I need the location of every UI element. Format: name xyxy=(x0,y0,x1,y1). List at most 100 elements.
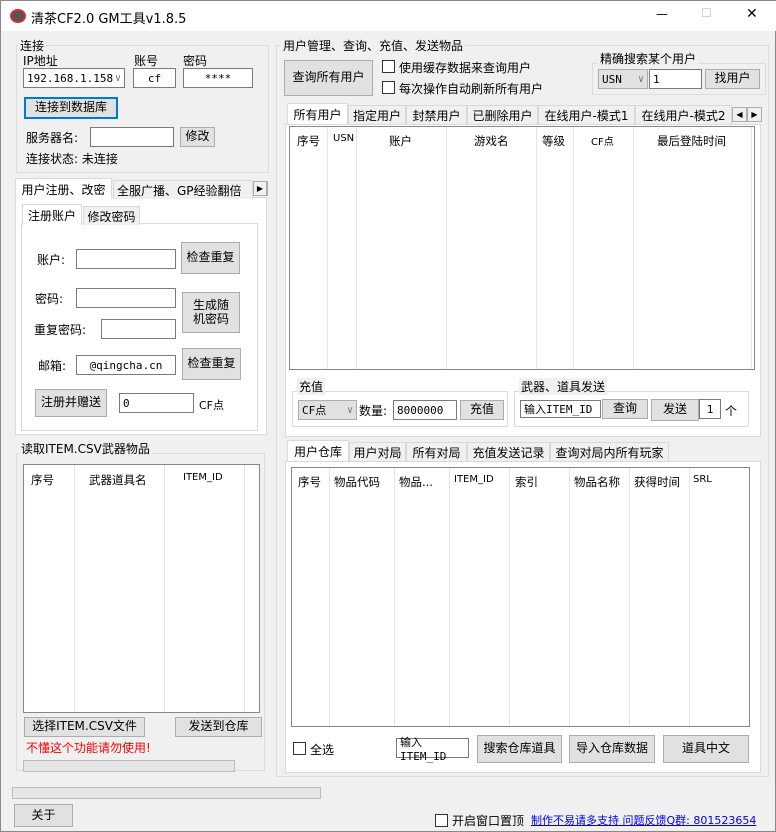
server-name-label: 服务器名: xyxy=(26,131,79,145)
db-account-input[interactable]: cf xyxy=(133,68,176,88)
tab-register-account[interactable]: 注册账户 xyxy=(22,204,82,225)
search-value-input[interactable]: 1 xyxy=(649,69,702,89)
reg-email-input[interactable]: @qingcha.cn xyxy=(76,355,176,375)
tab-scroll-right-icon[interactable]: ▶ xyxy=(747,107,762,122)
users-col-header[interactable]: 账户 xyxy=(389,133,412,149)
users-col-header[interactable]: 序号 xyxy=(297,133,320,149)
gift-cf-input[interactable]: 0 xyxy=(119,393,194,413)
send-to-inventory-button[interactable]: 发送到仓库 xyxy=(175,717,262,737)
qty-label: 数量: xyxy=(359,404,388,418)
topmost-checkbox[interactable] xyxy=(435,814,448,827)
inventory-col-header[interactable]: 物品... xyxy=(399,474,433,490)
csv-col-header[interactable]: 武器道具名 xyxy=(89,472,147,488)
query-all-users-button[interactable]: 查询所有用户 xyxy=(284,60,373,96)
tab-register[interactable]: 用户注册、改密 xyxy=(15,178,112,199)
modify-server-button[interactable]: 修改 xyxy=(180,127,215,147)
recharge-type-select[interactable]: CF点 ∨ xyxy=(298,400,357,420)
users-col-header[interactable]: 游戏名 xyxy=(474,133,509,149)
search-field-value: USN xyxy=(602,72,622,86)
select-csv-button[interactable]: 选择ITEM.CSV文件 xyxy=(24,717,145,737)
find-user-button[interactable]: 找用户 xyxy=(705,69,760,89)
recharge-button[interactable]: 充值 xyxy=(460,400,504,420)
select-all-checkbox[interactable] xyxy=(293,742,306,755)
db-password-input[interactable]: **** xyxy=(183,68,253,88)
tab-inventory-2[interactable]: 所有对局 xyxy=(406,442,467,461)
tab-broadcast[interactable]: 全服广播、GP经验翻倍 xyxy=(113,180,253,199)
csv-col-header[interactable]: 序号 xyxy=(31,472,54,488)
column-divider xyxy=(244,465,245,712)
users-col-header[interactable]: 最后登陆时间 xyxy=(657,133,726,149)
users-col-header[interactable]: CF点 xyxy=(591,133,614,148)
maximize-button[interactable]: ☐ xyxy=(701,6,712,20)
use-cache-checkbox[interactable] xyxy=(382,60,395,73)
send-count-input[interactable]: 1 xyxy=(699,399,721,419)
tab-users-4[interactable]: 在线用户-模式1 xyxy=(538,105,635,124)
ip-value: 192.168.1.158 xyxy=(27,71,114,85)
recharge-type-value: CF点 xyxy=(302,404,327,417)
users-col-header[interactable]: 等级 xyxy=(542,133,565,149)
check-account-button[interactable]: 检查重复 xyxy=(181,242,240,274)
csv-item-list[interactable] xyxy=(23,464,260,713)
inventory-col-header[interactable]: 物品代码 xyxy=(334,474,380,490)
app-logo-icon xyxy=(10,9,26,23)
users-list[interactable] xyxy=(289,126,755,370)
column-divider xyxy=(536,127,537,369)
inventory-col-header[interactable]: ITEM_ID xyxy=(454,474,494,485)
tab-inventory-4[interactable]: 查询对局内所有玩家 xyxy=(550,442,669,461)
tab-inventory-0[interactable]: 用户仓库 xyxy=(287,440,349,461)
column-divider xyxy=(329,468,330,726)
auto-refresh-label: 每次操作自动刷新所有用户 xyxy=(399,82,544,96)
tab-users-0[interactable]: 所有用户 xyxy=(287,103,348,124)
inventory-list[interactable] xyxy=(291,467,750,727)
tab-users-5[interactable]: 在线用户-模式2 xyxy=(635,105,732,124)
reg-password-input[interactable] xyxy=(76,288,176,308)
inventory-item-id-input[interactable]: 输入ITEM_ID xyxy=(396,736,469,763)
column-divider xyxy=(573,127,574,369)
column-divider xyxy=(327,127,328,369)
tab-change-password[interactable]: 修改密码 xyxy=(83,206,140,225)
send-item-id-input[interactable]: 输入ITEM_ID xyxy=(520,400,601,418)
csv-col-header[interactable]: ITEM_ID xyxy=(183,472,223,483)
close-button[interactable]: ✕ xyxy=(746,6,758,22)
qty-input[interactable]: 8000000 xyxy=(393,400,457,420)
cf-unit-label: CF点 xyxy=(199,399,225,412)
csv-progress-bar xyxy=(23,760,235,772)
column-divider xyxy=(633,127,634,369)
reg-account-input[interactable] xyxy=(76,249,176,269)
send-item-button[interactable]: 发送 xyxy=(651,399,699,421)
inventory-col-header[interactable]: SRL xyxy=(693,474,712,485)
minimize-button[interactable]: — xyxy=(656,7,668,21)
tab-users-2[interactable]: 封禁用户 xyxy=(406,105,467,124)
users-col-header[interactable]: USN xyxy=(333,133,354,144)
inventory-col-header[interactable]: 获得时间 xyxy=(634,474,680,490)
inventory-col-header[interactable]: 物品名称 xyxy=(574,474,620,490)
about-button[interactable]: 关于 xyxy=(14,804,73,827)
support-link[interactable]: 制作不易请多支持 问题反馈Q群: 801523654 xyxy=(531,812,756,828)
server-name-input[interactable] xyxy=(90,127,174,147)
tab-scroll-right-icon[interactable]: ▶ xyxy=(253,181,267,196)
import-inventory-button[interactable]: 导入仓库数据 xyxy=(569,735,655,763)
search-user-label: 精确搜索某个用户 xyxy=(598,50,699,67)
tab-scroll-left-icon[interactable]: ◀ xyxy=(732,107,747,122)
inventory-col-header[interactable]: 序号 xyxy=(298,474,321,490)
connect-db-button[interactable]: 连接到数据库 xyxy=(24,97,118,119)
query-item-button[interactable]: 查询 xyxy=(602,399,648,419)
tab-users-3[interactable]: 已删除用户 xyxy=(467,105,538,124)
check-email-button[interactable]: 检查重复 xyxy=(182,348,241,380)
item-chinese-button[interactable]: 道具中文 xyxy=(663,735,749,763)
user-mgmt-label: 用户管理、查询、充值、发送物品 xyxy=(281,37,466,54)
tab-users-1[interactable]: 指定用户 xyxy=(348,105,406,124)
ip-select[interactable]: 192.168.1.158 ∨ xyxy=(23,68,125,88)
search-inventory-button[interactable]: 搜索仓库道具 xyxy=(477,735,562,763)
tab-inventory-1[interactable]: 用户对局 xyxy=(349,442,406,461)
random-password-button[interactable]: 生成随机密码 xyxy=(182,292,240,333)
search-field-select[interactable]: USN ∨ xyxy=(598,69,648,89)
reg-repeat-input[interactable] xyxy=(101,319,176,339)
inventory-col-header[interactable]: 索引 xyxy=(515,474,538,490)
auto-refresh-checkbox[interactable] xyxy=(382,81,395,94)
column-divider xyxy=(164,465,165,712)
register-gift-button[interactable]: 注册并赠送 xyxy=(35,389,107,417)
tab-inventory-3[interactable]: 充值发送记录 xyxy=(467,442,550,461)
chevron-down-icon: ∨ xyxy=(114,72,121,84)
reg-repeat-label: 重复密码: xyxy=(34,323,87,337)
